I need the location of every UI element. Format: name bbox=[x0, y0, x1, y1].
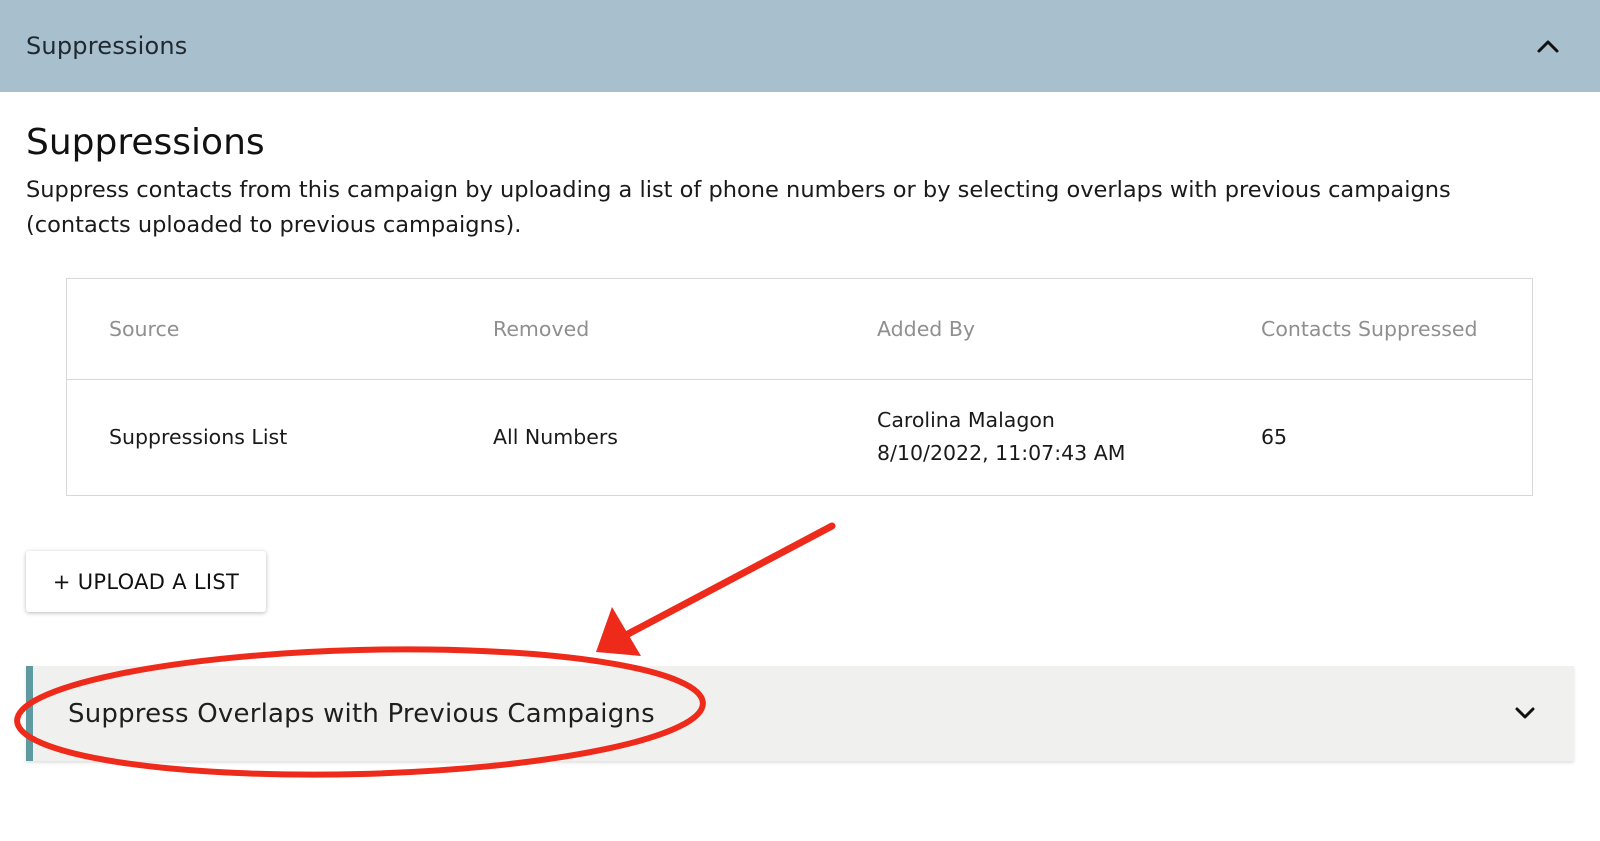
added-by-name: Carolina Malagon bbox=[877, 408, 1055, 432]
section-description: Suppress contacts from this campaign by … bbox=[26, 177, 1451, 238]
cell-contacts-suppressed: 65 bbox=[1261, 424, 1288, 449]
cell-source: Suppressions List bbox=[109, 424, 288, 449]
added-by-timestamp: 8/10/2022, 11:07:43 AM bbox=[877, 441, 1126, 465]
accordion-header-title: Suppressions bbox=[26, 32, 188, 60]
cell-removed: All Numbers bbox=[493, 424, 618, 449]
column-header-source: Source bbox=[109, 317, 180, 341]
suppressions-table: Source Removed Added By Contacts Suppres… bbox=[66, 278, 1533, 496]
chevron-up-icon[interactable] bbox=[1532, 30, 1564, 62]
upload-list-button[interactable]: + UPLOAD A LIST bbox=[26, 551, 266, 612]
annotation-arrow-shaft bbox=[624, 522, 836, 638]
section-title: Suppressions bbox=[26, 122, 265, 163]
annotation-arrow-head bbox=[596, 607, 641, 656]
cell-added-by: Carolina Malagon 8/10/2022, 11:07:43 AM bbox=[877, 380, 1125, 494]
page: Suppressions Suppressions Suppress conta… bbox=[0, 0, 1600, 841]
column-header-added-by: Added By bbox=[877, 317, 976, 341]
table-header-row: Source Removed Added By Contacts Suppres… bbox=[67, 279, 1532, 380]
suppress-overlaps-accordion[interactable]: Suppress Overlaps with Previous Campaign… bbox=[26, 666, 1574, 761]
chevron-down-icon[interactable] bbox=[1510, 698, 1540, 728]
column-header-removed: Removed bbox=[493, 317, 590, 341]
suppressions-accordion-header[interactable]: Suppressions bbox=[0, 0, 1600, 92]
column-header-contacts-suppressed: Contacts Suppressed bbox=[1261, 317, 1478, 341]
table-row: Suppressions List All Numbers Carolina M… bbox=[67, 380, 1532, 494]
suppress-overlaps-title: Suppress Overlaps with Previous Campaign… bbox=[68, 698, 655, 729]
